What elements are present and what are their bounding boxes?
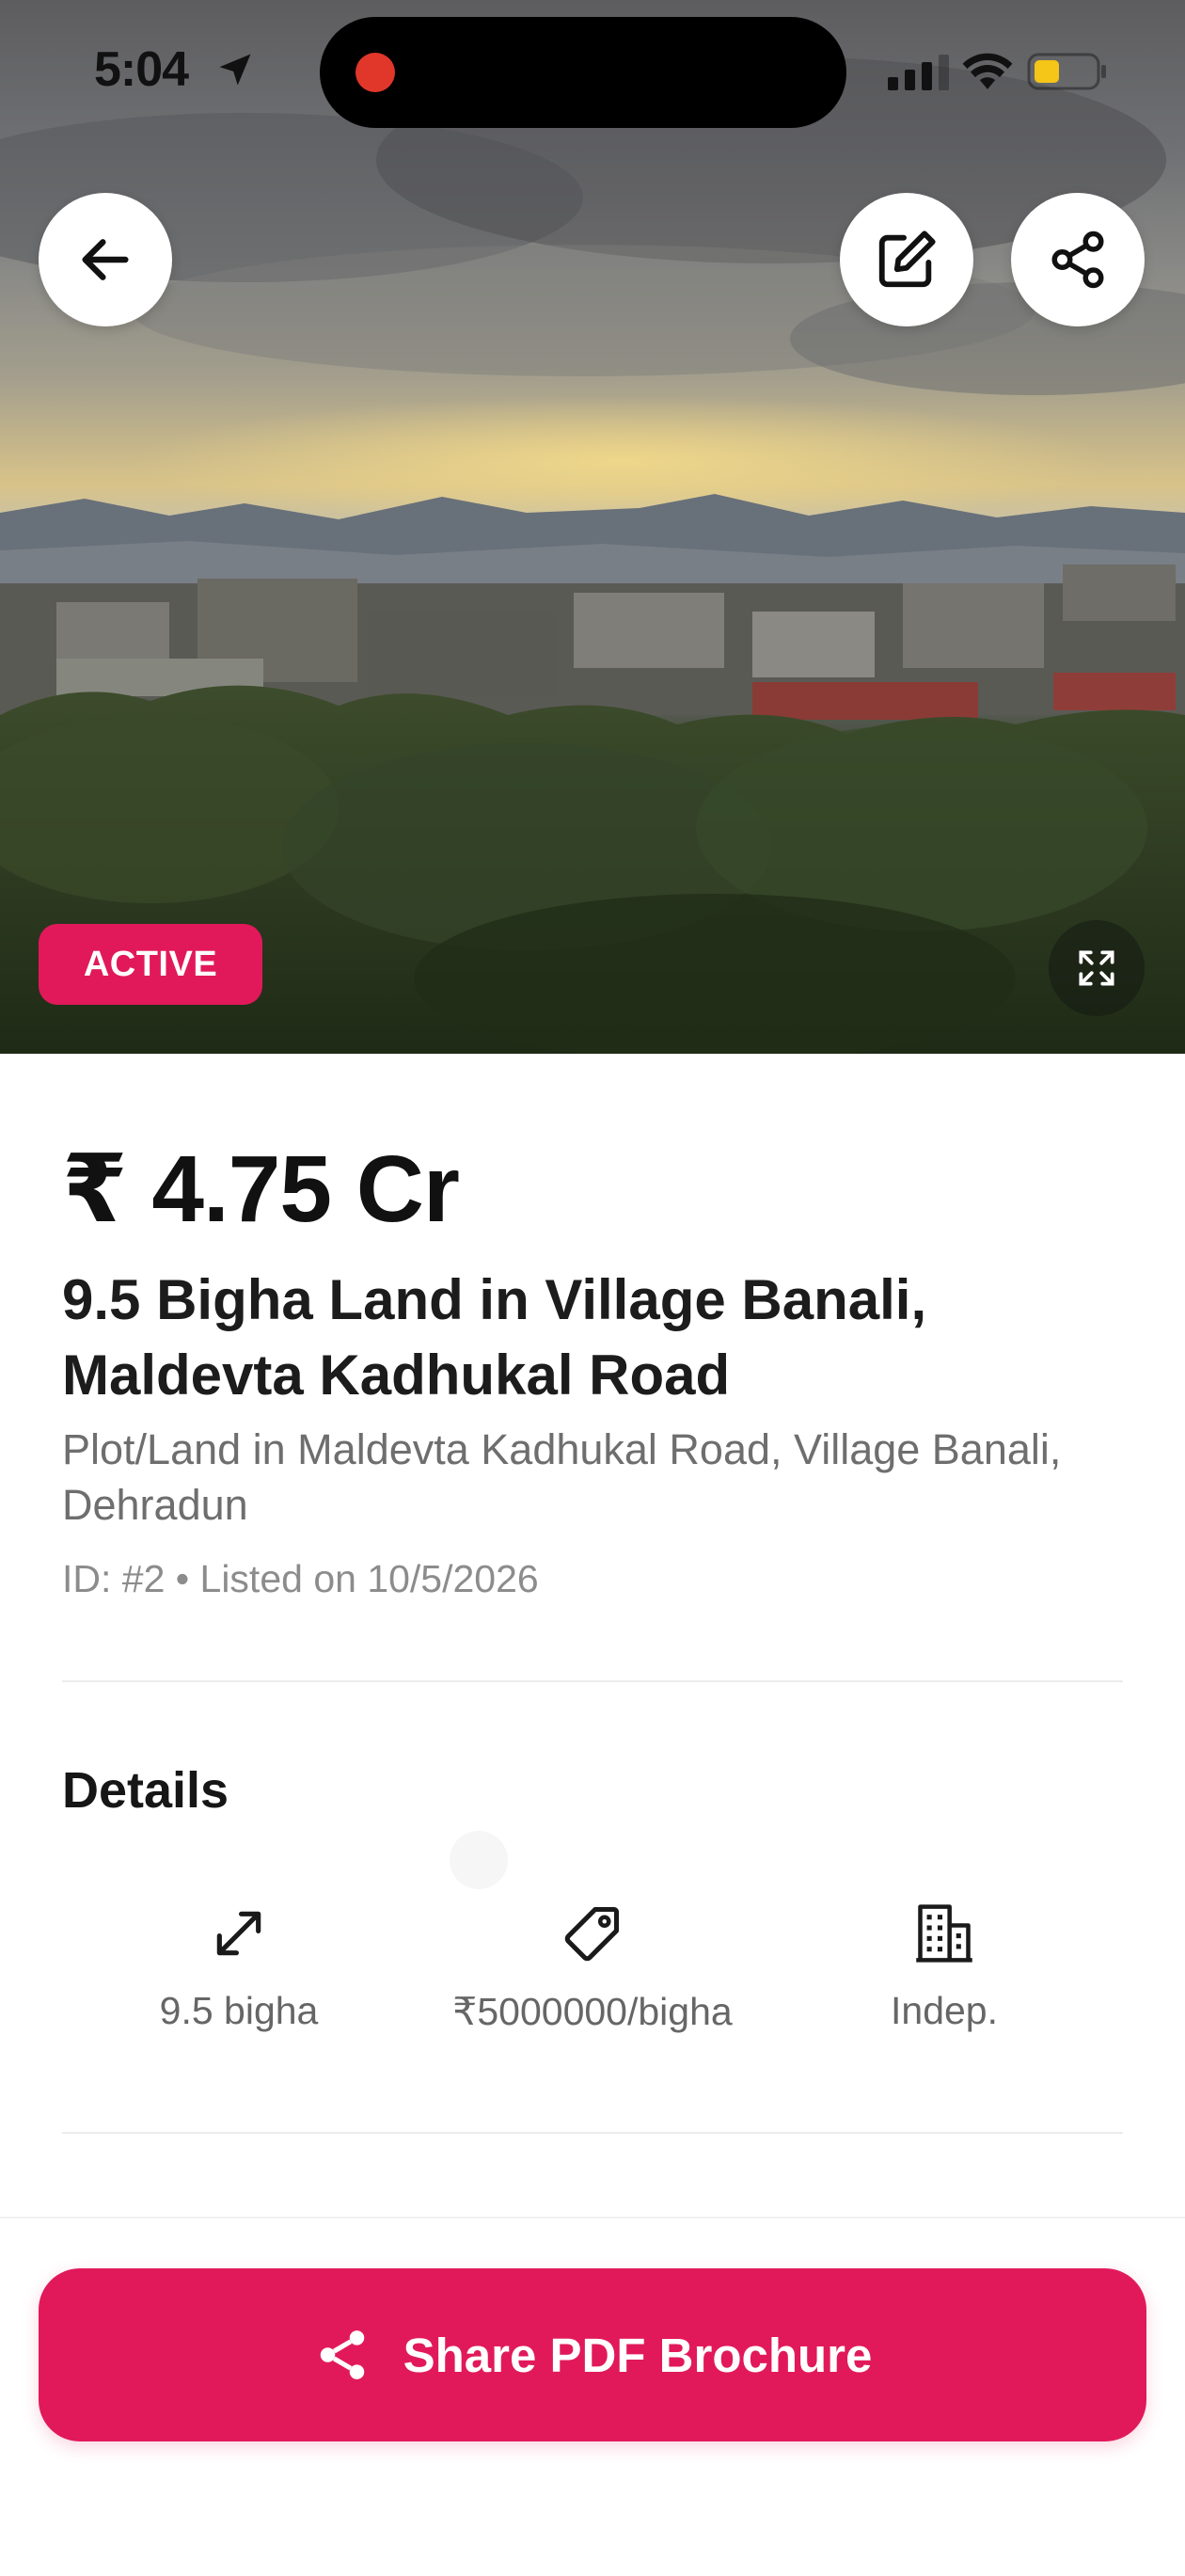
location-arrow-icon xyxy=(219,54,251,86)
dynamic-island xyxy=(320,17,846,128)
details-heading: Details xyxy=(62,1762,229,1819)
touch-indicator xyxy=(450,1831,508,1889)
back-button[interactable] xyxy=(39,193,172,326)
divider xyxy=(62,1680,1123,1682)
status-time: 5:04 xyxy=(94,42,189,97)
arrow-left-icon xyxy=(82,239,129,280)
share-button[interactable] xyxy=(1011,193,1145,326)
edit-icon xyxy=(878,231,936,288)
listing-meta: ID: #2 • Listed on 10/5/2026 xyxy=(62,1557,539,1600)
hero-image: 5:04 ACTIVE xyxy=(0,0,1185,1054)
detail-price-per-unit-value: ₹5000000/bigha xyxy=(452,1990,733,2033)
wifi-icon xyxy=(962,53,1013,89)
hero-photo-scene xyxy=(0,56,1185,1054)
edit-button[interactable] xyxy=(840,193,973,326)
share-pdf-label: Share PDF Brochure xyxy=(403,2328,873,2382)
divider xyxy=(62,2132,1123,2134)
battery-low-icon xyxy=(1027,53,1106,90)
detail-property-type: Indep. xyxy=(766,1899,1123,2033)
listing-title: 9.5 Bigha Land in Village Banali, Maldev… xyxy=(62,1268,927,1407)
recording-indicator xyxy=(356,53,395,92)
status-badge: ACTIVE xyxy=(39,924,262,1005)
share-icon xyxy=(1051,231,1104,289)
detail-area: 9.5 bigha xyxy=(60,1899,418,2033)
cellular-signal-icon xyxy=(888,55,949,90)
share-pdf-brochure-button[interactable]: Share PDF Brochure xyxy=(39,2268,1146,2441)
price-tag-icon xyxy=(564,1906,620,1962)
detail-price-per-unit: ₹5000000/bigha xyxy=(414,1899,771,2034)
area-arrows-icon xyxy=(216,1911,261,1956)
detail-property-type-value: Indep. xyxy=(891,1989,998,2032)
share-icon xyxy=(320,2330,364,2379)
listing-location: Plot/Land in Maldevta Kadhukal Road, Vil… xyxy=(62,1425,1062,1529)
detail-area-value: 9.5 bigha xyxy=(159,1989,319,2032)
building-icon xyxy=(916,1904,972,1963)
listing-price: ₹ 4.75 Cr xyxy=(62,1137,460,1242)
expand-icon xyxy=(1079,950,1114,986)
expand-image-button[interactable] xyxy=(1049,920,1145,1016)
